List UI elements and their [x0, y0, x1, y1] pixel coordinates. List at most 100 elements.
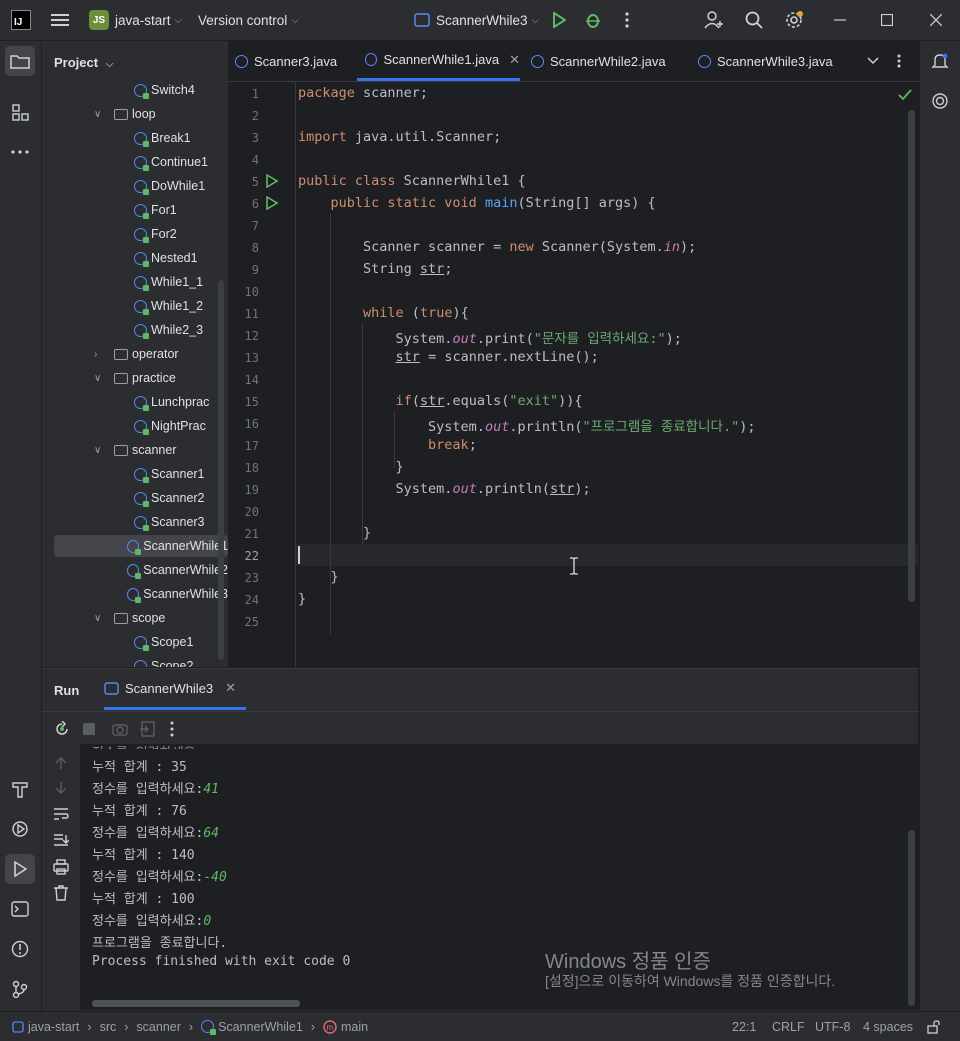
console-vertical-scrollbar[interactable] [908, 830, 915, 1006]
editor-scrollbar[interactable] [908, 110, 915, 602]
close-tab-icon[interactable]: ✕ [509, 52, 520, 68]
services-icon[interactable] [5, 814, 35, 844]
camera-icon[interactable] [112, 721, 128, 737]
debug-icon[interactable] [581, 8, 605, 32]
tree-file[interactable]: Scanner2 [42, 487, 228, 509]
soft-wrap-icon[interactable] [53, 807, 69, 821]
breadcrumb-item[interactable]: scanner [136, 1020, 180, 1034]
breadcrumb-item[interactable]: ScannerWhile1 [218, 1020, 303, 1034]
tree-item-label: Scope2 [151, 659, 194, 667]
stop-icon[interactable] [82, 722, 96, 736]
chevron-down-icon[interactable]: ∨ [94, 373, 106, 384]
tree-file[interactable]: Scanner1 [42, 463, 228, 485]
more-options-icon[interactable] [170, 721, 174, 737]
run-tab[interactable]: ScannerWhile3 ✕ [104, 669, 247, 710]
run-tool-icon[interactable] [5, 854, 35, 884]
notifications-bell-icon[interactable] [925, 46, 955, 76]
run-gutter-icon[interactable] [265, 196, 279, 210]
tree-folder[interactable]: ∨ scanner [42, 439, 228, 461]
tree-file[interactable]: Scope1 [42, 631, 228, 653]
chevron-down-icon[interactable]: ∨ [94, 613, 106, 624]
minimize-icon[interactable] [828, 8, 852, 32]
chevron-down-icon[interactable]: ∨ [94, 109, 106, 120]
code-area[interactable]: 1 2 3 4 5 6 7 8 9 10 11 12 13 14 15 16 17 18 19 20 21 22 23 24 2… [229, 82, 919, 667]
up-arrow-icon[interactable] [54, 756, 68, 770]
lock-icon[interactable] [927, 1020, 941, 1034]
project-scrollbar[interactable] [218, 280, 224, 660]
terminal-icon[interactable] [5, 894, 35, 924]
console-cropped-line: 정수를 입력하세요: [92, 742, 203, 749]
tree-file[interactable]: Switch4 [42, 79, 228, 101]
breadcrumb-item[interactable]: src [100, 1020, 117, 1034]
tree-file[interactable]: NightPrac [42, 415, 228, 437]
problems-icon[interactable] [5, 934, 35, 964]
project-folder-icon[interactable] [5, 46, 35, 76]
tree-file[interactable]: While2_3 [42, 319, 228, 341]
tab-scannerwhile3[interactable]: ScannerWhile3.java [698, 41, 833, 81]
tree-file[interactable]: ScannerWhile1 [54, 535, 228, 557]
trash-icon[interactable] [53, 885, 69, 901]
project-panel-title[interactable]: Project ⌵ [54, 55, 113, 70]
main-menu-icon[interactable] [48, 8, 72, 32]
rerun-icon[interactable] [54, 721, 70, 737]
build-hammer-icon[interactable] [5, 774, 35, 804]
tree-folder[interactable]: ∨ loop [42, 103, 228, 125]
tree-folder[interactable]: › operator [42, 343, 228, 365]
tab-scannerwhile2[interactable]: ScannerWhile2.java [531, 41, 666, 81]
tree-file[interactable]: Continue1 [42, 151, 228, 173]
tree-file[interactable]: ScannerWhile2 [42, 559, 228, 581]
print-icon[interactable] [53, 859, 69, 875]
tree-file[interactable]: While1_2 [42, 295, 228, 317]
tab-options-icon[interactable] [887, 49, 911, 73]
tree-folder[interactable]: ∨ scope [42, 607, 228, 629]
tree-file[interactable]: Scanner3 [42, 511, 228, 533]
search-icon[interactable] [742, 8, 766, 32]
app-logo[interactable]: IJ [11, 10, 31, 30]
close-icon[interactable] [924, 8, 948, 32]
console-line: 누적 합계 : 35 [92, 756, 187, 775]
settings-gear-icon[interactable] [782, 8, 806, 32]
line-separator[interactable]: CRLF [772, 1012, 805, 1041]
java-class-icon [134, 131, 149, 147]
chevron-down-icon[interactable] [861, 49, 885, 73]
tree-file[interactable]: While1_1 [42, 271, 228, 293]
add-user-icon[interactable] [702, 8, 726, 32]
more-actions-icon[interactable] [615, 8, 639, 32]
git-branch-icon[interactable] [5, 974, 35, 1004]
file-encoding[interactable]: UTF-8 [815, 1012, 850, 1041]
run-gutter-icon[interactable] [265, 174, 279, 188]
tree-file[interactable]: Lunchprac [42, 391, 228, 413]
tree-file[interactable]: Nested1 [42, 247, 228, 269]
exit-icon[interactable] [140, 721, 156, 737]
tab-scanner3[interactable]: Scanner3.java [235, 41, 337, 81]
project-selector[interactable]: JS java-start ⌵ [89, 0, 182, 40]
ai-assistant-icon[interactable] [925, 86, 955, 116]
chevron-right-icon[interactable]: › [94, 349, 106, 360]
tab-scannerwhile1[interactable]: ScannerWhile1.java ✕ [357, 41, 520, 81]
tree-file[interactable]: Break1 [42, 127, 228, 149]
scroll-to-end-icon[interactable] [53, 833, 69, 847]
more-tools-icon[interactable] [5, 137, 35, 167]
chevron-down-icon[interactable]: ∨ [94, 445, 106, 456]
tree-file[interactable]: For1 [42, 199, 228, 221]
run-config-selector[interactable]: ScannerWhile3 ⌵ [414, 0, 539, 40]
package-folder-icon [114, 348, 128, 360]
structure-icon[interactable] [5, 97, 35, 127]
no-problems-check-icon[interactable] [898, 89, 912, 101]
line-number: 23 [244, 571, 259, 585]
close-tab-icon[interactable]: ✕ [225, 680, 236, 696]
vcs-selector[interactable]: Version control ⌵ [198, 0, 299, 40]
tree-file[interactable]: DoWhile1 [42, 175, 228, 197]
caret-position[interactable]: 22:1 [732, 1012, 756, 1041]
tree-folder[interactable]: ∨ practice [42, 367, 228, 389]
breadcrumb-item[interactable]: java-start [28, 1020, 79, 1034]
down-arrow-icon[interactable] [54, 781, 68, 795]
tree-file[interactable]: For2 [42, 223, 228, 245]
run-icon[interactable] [547, 8, 571, 32]
tree-file[interactable]: ScannerWhile3 [42, 583, 228, 605]
breadcrumb-item[interactable]: main [341, 1020, 368, 1034]
indent-setting[interactable]: 4 spaces [863, 1012, 913, 1041]
tree-file[interactable]: Scope2 [42, 655, 228, 667]
maximize-icon[interactable] [875, 8, 899, 32]
console-horizontal-scrollbar[interactable] [92, 1000, 300, 1007]
